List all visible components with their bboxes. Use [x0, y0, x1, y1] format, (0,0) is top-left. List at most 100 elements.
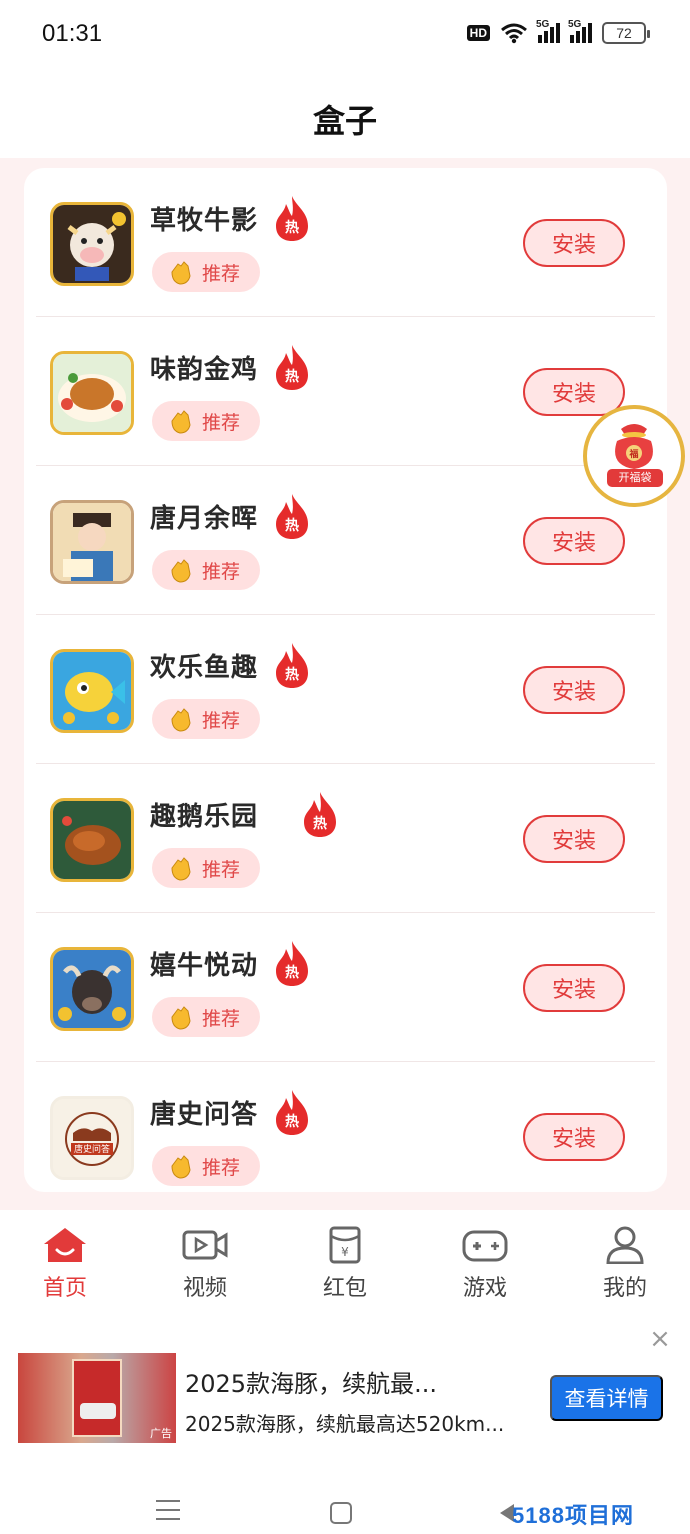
user-icon: [606, 1226, 644, 1264]
app-icon-book: 唐史问答: [50, 1096, 134, 1180]
app-row-weiyun-jinji[interactable]: 味韵金鸡 热 推荐 安装: [36, 317, 655, 466]
recommend-tag: 推荐: [152, 550, 260, 590]
svg-text:热: 热: [285, 368, 299, 385]
install-button[interactable]: 安装: [523, 964, 625, 1012]
app-icon-bull: [50, 947, 134, 1031]
tab-profile[interactable]: 我的: [575, 1226, 675, 1302]
hd-badge: HD: [466, 25, 490, 41]
app-name: 草牧牛影: [150, 206, 259, 236]
tab-games[interactable]: 游戏: [435, 1226, 535, 1302]
wifi-icon: [501, 23, 527, 44]
recommend-tag: 推荐: [152, 848, 260, 888]
hot-flame-icon: 热: [276, 1090, 308, 1135]
recommend-tag: 推荐: [152, 699, 260, 739]
red-envelope-icon: ¥: [329, 1226, 361, 1264]
recommend-tag: 推荐: [152, 997, 260, 1037]
clap-hands-icon: [171, 559, 191, 583]
app-name: 唐史问答: [150, 1100, 259, 1130]
video-icon: [182, 1230, 228, 1260]
menu-icon[interactable]: [156, 1500, 180, 1527]
app-list: 草牧牛影 热 推荐 安装 味韵金鸡 热 推荐 安装 唐月余晖 热 推荐 安装 欢…: [24, 168, 667, 1192]
clap-hands-icon: [171, 857, 191, 881]
install-button[interactable]: 安装: [523, 517, 625, 565]
app-name: 味韵金鸡: [150, 355, 259, 385]
ad-title: 2025款海豚，续航最...: [185, 1370, 437, 1398]
signal-icon-1: 5G: [536, 19, 560, 43]
svg-text:热: 热: [285, 219, 299, 236]
svg-text:热: 热: [285, 517, 299, 534]
signal-icon-2: 5G: [568, 19, 592, 43]
tab-label: 首页: [42, 1276, 87, 1301]
app-icon-cow: [50, 202, 134, 286]
battery-icon: 72: [602, 22, 650, 44]
app-icon-roast-goose: [50, 798, 134, 882]
view-details-button[interactable]: 查看详情: [550, 1375, 663, 1421]
hot-flame-icon: 热: [276, 643, 308, 688]
lucky-bag-label: 开福袋: [607, 469, 663, 487]
clap-hands-icon: [171, 410, 191, 434]
clap-hands-icon: [171, 261, 191, 285]
close-icon[interactable]: ×: [648, 1326, 672, 1352]
page-title: 盒子: [312, 102, 377, 140]
svg-text:¥: ¥: [341, 1245, 349, 1259]
hot-flame-icon: 热: [276, 345, 308, 390]
tab-label: 我的: [602, 1276, 647, 1301]
tab-red-envelope[interactable]: ¥ 红包: [295, 1226, 395, 1302]
status-bar: 01:31 HD 5G 5G 72: [0, 0, 690, 70]
app-name: 欢乐鱼趣: [150, 653, 259, 683]
app-row-quee-leyuan[interactable]: 趣鹅乐园 热 推荐 安装: [36, 764, 655, 913]
status-icons: HD 5G 5G 72: [466, 19, 650, 44]
clap-hands-icon: [171, 708, 191, 732]
home-square-icon[interactable]: [330, 1502, 352, 1524]
clap-hands-icon: [171, 1006, 191, 1030]
svg-text:热: 热: [313, 815, 327, 832]
app-name: 唐月余晖: [150, 504, 259, 534]
bottom-tab-bar: 首页 视频 ¥ 红包 游戏 我的: [0, 1212, 690, 1312]
status-time: 01:31: [42, 20, 103, 47]
svg-text:唐史问答: 唐史问答: [74, 1143, 110, 1155]
hot-flame-icon: 热: [276, 196, 308, 241]
svg-text:热: 热: [285, 666, 299, 683]
svg-text:福: 福: [628, 448, 638, 460]
svg-text:热: 热: [285, 964, 299, 981]
app-icon-scholar: [50, 500, 134, 584]
tab-label: 红包: [322, 1276, 367, 1301]
install-button[interactable]: 安装: [523, 368, 625, 416]
app-row-xiniu-yuedong[interactable]: 嬉牛悦动 热 推荐 安装: [36, 913, 655, 1062]
tab-home[interactable]: 首页: [15, 1226, 115, 1302]
hot-flame-icon: 热: [304, 792, 336, 837]
recommend-tag: 推荐: [152, 1146, 260, 1186]
gamepad-icon: [462, 1230, 508, 1262]
lucky-bag-icon: 福: [615, 424, 653, 469]
app-row-tangshi-wenda[interactable]: 唐史问答 唐史问答 热 推荐 安装: [36, 1062, 655, 1211]
install-button[interactable]: 安装: [523, 666, 625, 714]
recommend-tag: 推荐: [152, 252, 260, 292]
app-row-caomu-niuying[interactable]: 草牧牛影 热 推荐 安装: [36, 168, 655, 317]
home-icon: [44, 1228, 86, 1262]
app-icon-fish: [50, 649, 134, 733]
watermark: 5188项目网: [512, 1503, 634, 1528]
recommend-tag: 推荐: [152, 401, 260, 441]
tab-video[interactable]: 视频: [155, 1226, 255, 1302]
ad-tag: 广告: [150, 1427, 172, 1440]
ad-subtitle: 2025款海豚，续航最高达520km...: [185, 1412, 505, 1436]
system-nav-bar: 5188项目网: [0, 1490, 690, 1534]
clap-hands-icon: [171, 1155, 191, 1179]
app-name: 趣鹅乐园: [150, 802, 259, 832]
hot-flame-icon: 热: [276, 494, 308, 539]
ad-banner[interactable]: × 广告 2025款海豚，续航最... 2025款海豚，续航最高达520km..…: [0, 1320, 690, 1460]
tab-label: 游戏: [462, 1276, 507, 1301]
app-name: 嬉牛悦动: [150, 951, 259, 981]
install-button[interactable]: 安装: [523, 1113, 625, 1161]
ad-image: 广告: [18, 1353, 176, 1443]
ad-poster: [72, 1359, 122, 1437]
hot-flame-icon: 热: [276, 941, 308, 986]
tab-label: 视频: [182, 1276, 227, 1301]
app-row-tangyue-yuhui[interactable]: 唐月余晖 热 推荐 安装: [36, 466, 655, 615]
svg-text:热: 热: [285, 1113, 299, 1130]
lucky-bag-button[interactable]: 福 开福袋: [583, 405, 685, 507]
install-button[interactable]: 安装: [523, 815, 625, 863]
app-icon-roast-chicken: [50, 351, 134, 435]
app-row-huanle-yuqu[interactable]: 欢乐鱼趣 热 推荐 安装: [36, 615, 655, 764]
install-button[interactable]: 安装: [523, 219, 625, 267]
